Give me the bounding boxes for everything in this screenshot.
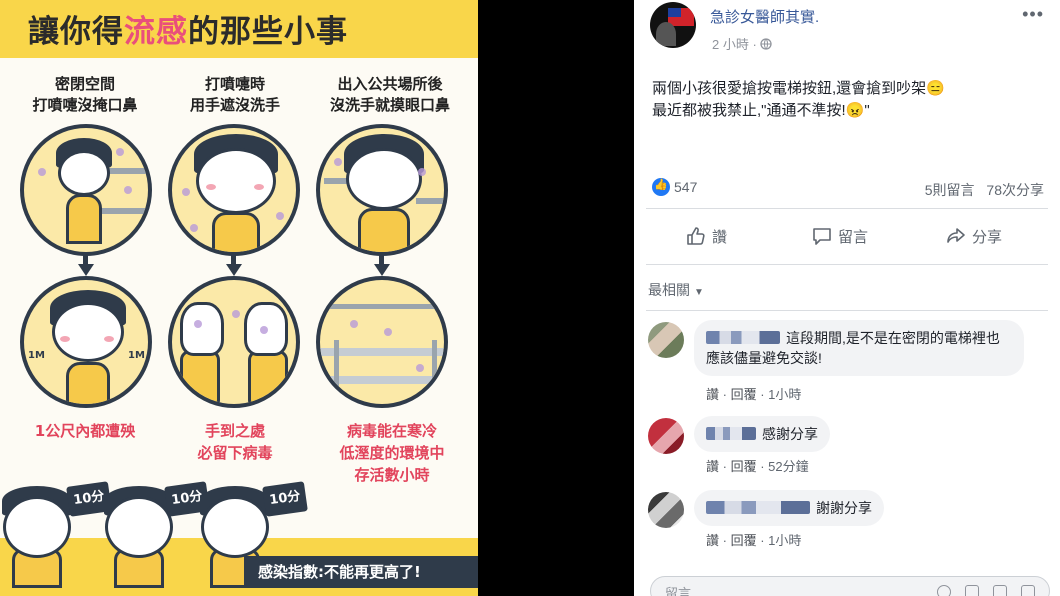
gif-icon[interactable] (993, 585, 1007, 596)
column-3-result: 病毒能在寒冷 低溼度的環境中 存活數小時 (339, 422, 445, 484)
commenter-name-blurred[interactable] (706, 427, 756, 440)
divider (646, 208, 1048, 209)
facebook-post: 急診女醫師其實. 2 小時 · ••• 兩個小孩很愛搶按電梯按鈕,還會搶到吵架😑… (634, 0, 1060, 596)
post-timestamp[interactable]: 2 小時 (712, 37, 749, 52)
illustration-sneeze-closed-space (20, 124, 152, 256)
column-1-heading: 密閉空間 打噴嚏沒掩口鼻 (32, 75, 138, 114)
comment-like-link[interactable]: 讚 (706, 387, 719, 402)
column-2-result: 手到之處 必留下病毒 (197, 422, 273, 462)
comment-reply-link[interactable]: 回覆 (731, 533, 757, 548)
divider (646, 264, 1048, 265)
commenter-name-blurred[interactable] (706, 331, 780, 344)
arrow-down-icon (78, 264, 94, 276)
comment-button[interactable]: 留言 (812, 226, 868, 247)
infographic-title-bar: 讓你得流感的那些小事 (0, 0, 478, 58)
comment-time[interactable]: 52分鐘 (768, 459, 808, 474)
illustration-subway-rails (316, 276, 448, 408)
comment-text: 感謝分享 (762, 426, 818, 442)
like-reaction-icon (652, 178, 670, 196)
divider (646, 310, 1048, 311)
comment-meta: 讚 · 回覆 · 1小時 (706, 533, 802, 548)
shares-count[interactable]: 78次分享 (986, 182, 1044, 198)
commenter-avatar[interactable] (648, 492, 684, 528)
illustration-germy-hands (168, 276, 300, 408)
comment-bubble: 謝謝分享 (694, 490, 884, 526)
comment-input[interactable]: 留言…… (650, 576, 1050, 596)
illustration-one-meter-spread: 1M 1M (20, 276, 152, 408)
sticker-icon[interactable] (1021, 585, 1035, 596)
thumbs-up-icon (687, 227, 705, 245)
comments-count[interactable]: 5則留言 (925, 182, 975, 198)
illustration-cover-sneeze-hand (168, 124, 300, 256)
author-avatar[interactable] (650, 2, 696, 48)
column-3-heading: 出入公共場所後 沒洗手就摸眼口鼻 (329, 75, 450, 114)
comment-icon (813, 228, 831, 245)
share-button[interactable]: 分享 (946, 226, 1002, 247)
camera-icon[interactable] (965, 585, 979, 596)
illustration-touch-face (316, 124, 448, 256)
like-button[interactable]: 讚 (686, 226, 727, 247)
comment-reply-link[interactable]: 回覆 (731, 387, 757, 402)
distance-label-left: 1M (28, 350, 45, 361)
infection-index-text: 感染指數:不能再更高了! (258, 563, 421, 581)
infographic-title: 讓你得流感的那些小事 (28, 14, 348, 50)
comment-time[interactable]: 1小時 (768, 387, 801, 402)
commenter-name-blurred[interactable] (706, 501, 810, 514)
post-stats: 5則留言 78次分享 (917, 180, 1044, 200)
column-1-result: 1公尺內都遭殃 (34, 422, 136, 440)
post-meta: 2 小時 · (712, 34, 773, 53)
comment-time[interactable]: 1小時 (768, 533, 801, 548)
comment-like-link[interactable]: 讚 (706, 533, 719, 548)
commenter-avatar[interactable] (648, 322, 684, 358)
comment-bubble: 這段期間,是不是在密閉的電梯裡也應該儘量避免交談! (694, 320, 1024, 376)
globe-icon (760, 38, 773, 50)
comment-like-link[interactable]: 讚 (706, 459, 719, 474)
arrow-down-icon (374, 264, 390, 276)
author-name[interactable]: 急診女醫師其實. (710, 6, 819, 27)
more-options-icon[interactable]: ••• (1022, 4, 1044, 25)
comment-input-placeholder: 留言…… (665, 586, 718, 596)
distance-label-right: 1M (128, 350, 145, 361)
reaction-summary[interactable]: 547 (652, 178, 697, 196)
post-text: 兩個小孩很愛搶按電梯按鈕,還會搶到吵架😑 最近都被我禁止,"通通不準按!😠" (652, 80, 945, 119)
flu-infographic: 讓你得流感的那些小事 密閉空間 打噴嚏沒掩口鼻 打噴嚏時 用手遮沒洗手 出入公共場所… (0, 0, 478, 596)
infection-index-bar: 感染指數:不能再更高了! (244, 556, 478, 588)
comment-meta: 讚 · 回覆 · 52分鐘 (706, 459, 809, 474)
comment-sort-dropdown[interactable]: 最相關 ▼ (648, 280, 704, 300)
comment-text: 謝謝分享 (816, 500, 872, 516)
share-icon (947, 228, 965, 243)
comment-bubble: 感謝分享 (694, 416, 830, 452)
comment-meta: 讚 · 回覆 · 1小時 (706, 387, 802, 402)
comment-reply-link[interactable]: 回覆 (731, 459, 757, 474)
arrow-down-icon (226, 264, 242, 276)
commenter-avatar[interactable] (648, 418, 684, 454)
emoji-icon[interactable] (937, 585, 951, 596)
like-count: 547 (674, 179, 698, 195)
caret-down-icon: ▼ (694, 287, 704, 298)
column-2-heading: 打噴嚏時 用手遮沒洗手 (189, 75, 280, 114)
